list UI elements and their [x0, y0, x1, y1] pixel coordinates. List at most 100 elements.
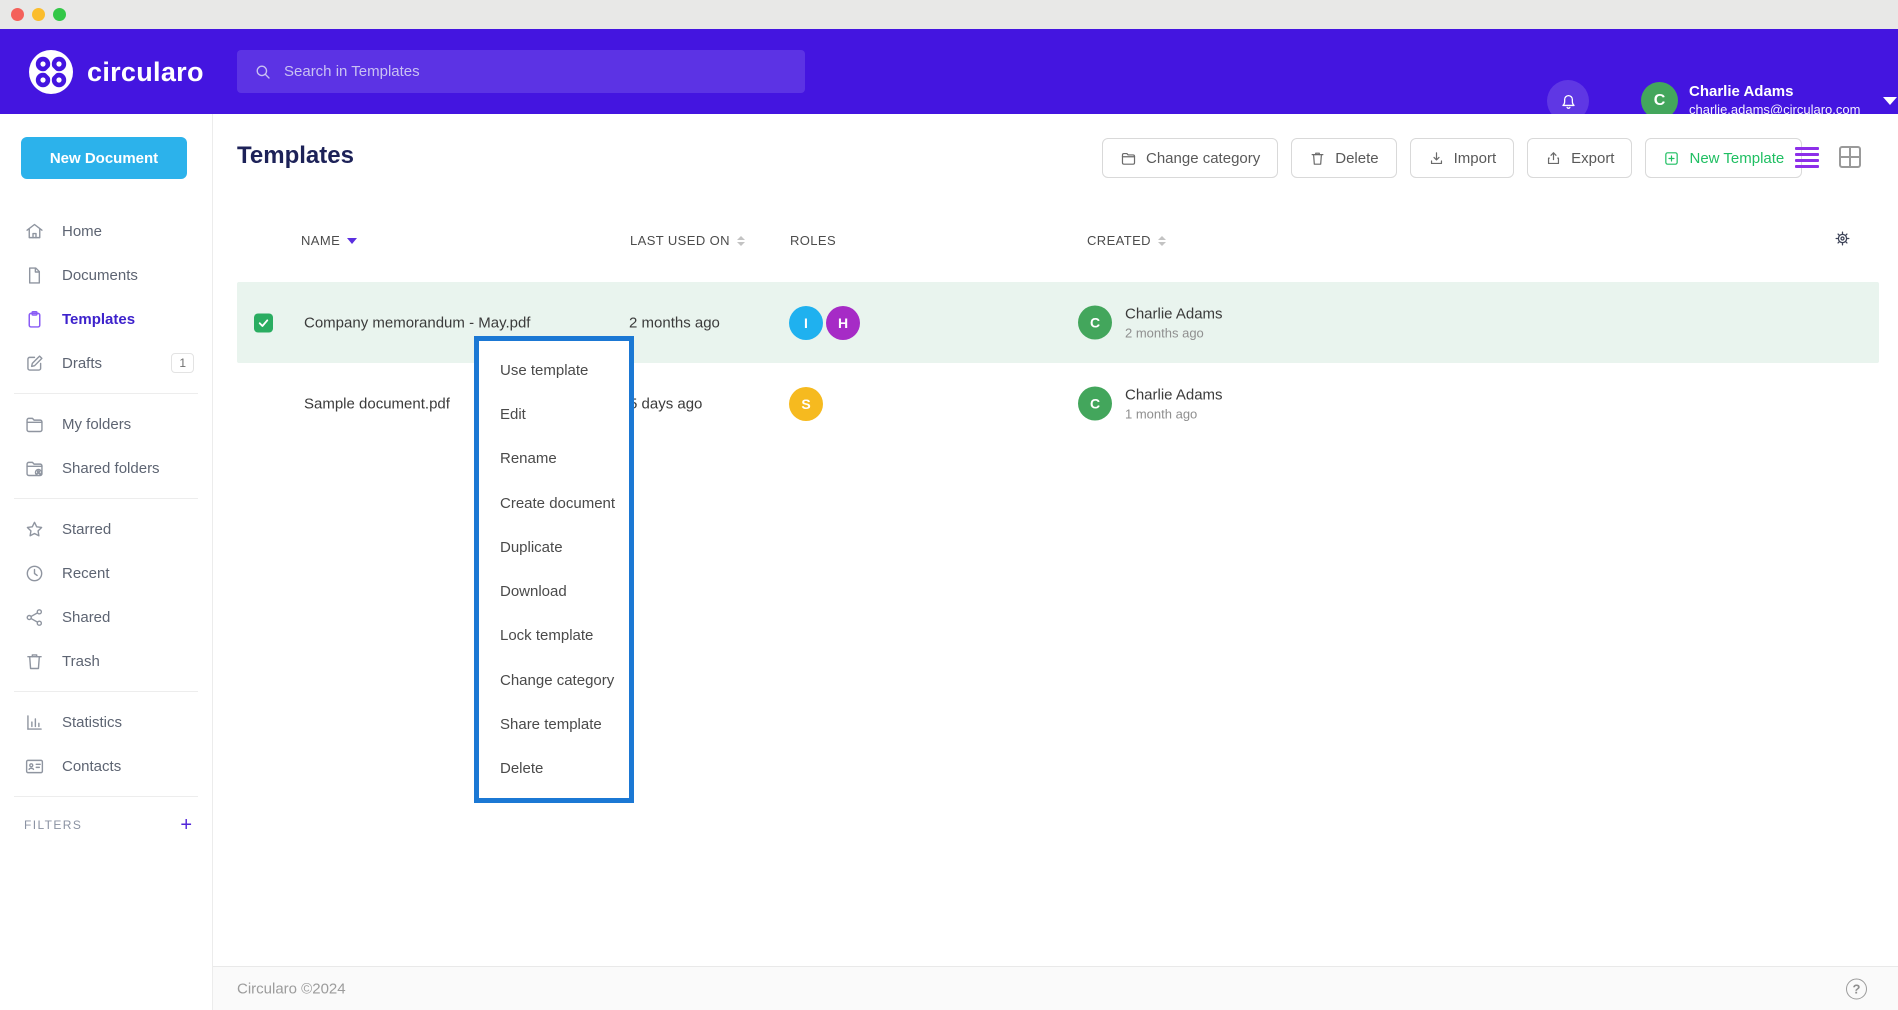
column-header-roles: ROLES — [790, 233, 836, 248]
menu-item-share-template[interactable]: Share template — [479, 702, 629, 746]
sidebar-item-statistics[interactable]: Statistics — [0, 700, 212, 744]
row-checkbox-checked[interactable] — [254, 313, 273, 332]
sidebar-item-drafts[interactable]: Drafts 1 — [0, 341, 212, 385]
export-icon — [1545, 150, 1562, 167]
table-settings-button[interactable] — [1833, 229, 1852, 248]
window-zoom-button[interactable] — [53, 8, 66, 21]
sidebar-item-label: Starred — [62, 521, 111, 538]
footer: Circularo ©2024 ? — [213, 966, 1898, 1010]
new-template-label: New Template — [1689, 150, 1784, 167]
column-header-last-used[interactable]: LAST USED ON — [630, 233, 745, 248]
role-avatar[interactable]: H — [826, 306, 860, 340]
menu-item-lock-template[interactable]: Lock template — [479, 614, 629, 658]
export-button[interactable]: Export — [1527, 138, 1632, 178]
toolbar: Change category Delete Import — [1102, 138, 1802, 178]
menu-item-download[interactable]: Download — [479, 569, 629, 613]
menu-item-rename[interactable]: Rename — [479, 437, 629, 481]
sidebar-item-label: Drafts — [62, 355, 102, 372]
main-content: Templates Change category Delete — [213, 114, 1898, 1010]
role-avatar[interactable]: S — [789, 387, 823, 421]
drafts-count-badge: 1 — [171, 353, 194, 373]
clock-icon — [24, 563, 45, 584]
menu-item-delete[interactable]: Delete — [479, 747, 629, 791]
created-ago: 1 month ago — [1125, 406, 1223, 421]
creator-avatar: C — [1078, 306, 1112, 340]
sidebar-item-shared[interactable]: Shared — [0, 595, 212, 639]
sidebar-item-trash[interactable]: Trash — [0, 639, 212, 683]
copyright-text: Circularo ©2024 — [237, 980, 346, 997]
page-title: Templates — [237, 142, 354, 170]
sidebar-item-label: Recent — [62, 565, 110, 582]
folder-shared-icon — [24, 458, 45, 479]
folder-icon — [24, 414, 45, 435]
sidebar-item-shared-folders[interactable]: Shared folders — [0, 446, 212, 490]
change-category-button[interactable]: Change category — [1102, 138, 1278, 178]
sidebar-item-contacts[interactable]: Contacts — [0, 744, 212, 788]
view-toggles — [1795, 145, 1861, 169]
sidebar-nav: Home Documents Templates — [0, 209, 212, 845]
sidebar-item-label: Templates — [62, 311, 135, 328]
search-input[interactable] — [284, 63, 791, 80]
plus-square-icon — [1663, 150, 1680, 167]
import-button[interactable]: Import — [1410, 138, 1515, 178]
grid-view-icon[interactable] — [1839, 146, 1861, 168]
template-name[interactable]: Company memorandum - May.pdf — [304, 314, 530, 331]
sidebar-item-label: My folders — [62, 416, 131, 433]
sidebar-item-label: Home — [62, 223, 102, 240]
window-minimize-button[interactable] — [32, 8, 45, 21]
creator-name: Charlie Adams — [1125, 305, 1223, 322]
delete-button[interactable]: Delete — [1291, 138, 1396, 178]
sort-descending-icon — [347, 238, 357, 244]
delete-label: Delete — [1335, 150, 1378, 167]
list-view-icon[interactable] — [1795, 145, 1819, 169]
roles-avatars: I H — [789, 306, 860, 340]
menu-item-use-template[interactable]: Use template — [479, 348, 629, 392]
search-icon — [254, 63, 272, 81]
sidebar-item-templates[interactable]: Templates — [0, 297, 212, 341]
trash-icon — [24, 651, 45, 672]
star-icon — [24, 519, 45, 540]
export-label: Export — [1571, 150, 1614, 167]
table-header: NAME LAST USED ON ROLES CREATED — [213, 225, 1898, 259]
table-body: Company memorandum - May.pdf 2 months ag… — [213, 282, 1898, 444]
menu-item-change-category[interactable]: Change category — [479, 658, 629, 702]
window-titlebar — [0, 0, 1898, 29]
sidebar-item-documents[interactable]: Documents — [0, 253, 212, 297]
template-name[interactable]: Sample document.pdf — [304, 395, 450, 412]
sidebar: New Document Home Documents — [0, 114, 213, 1010]
sidebar-item-label: Statistics — [62, 714, 122, 731]
menu-item-duplicate[interactable]: Duplicate — [479, 525, 629, 569]
sidebar-item-recent[interactable]: Recent — [0, 551, 212, 595]
sidebar-divider — [14, 393, 198, 394]
window-close-button[interactable] — [11, 8, 24, 21]
roles-avatars: S — [789, 387, 823, 421]
menu-item-edit[interactable]: Edit — [479, 392, 629, 436]
help-button[interactable]: ? — [1846, 978, 1867, 999]
sidebar-item-home[interactable]: Home — [0, 209, 212, 253]
logo[interactable]: circularo — [28, 49, 204, 95]
role-avatar[interactable]: I — [789, 306, 823, 340]
new-template-button[interactable]: New Template — [1645, 138, 1802, 178]
column-header-name[interactable]: NAME — [301, 233, 357, 248]
sidebar-item-starred[interactable]: Starred — [0, 507, 212, 551]
gear-icon — [1833, 229, 1852, 248]
column-header-created[interactable]: CREATED — [1087, 233, 1166, 248]
import-label: Import — [1454, 150, 1497, 167]
created-ago: 2 months ago — [1125, 325, 1223, 340]
change-category-label: Change category — [1146, 150, 1260, 167]
new-document-button[interactable]: New Document — [21, 137, 187, 179]
created-cell: C Charlie Adams 1 month ago — [1078, 386, 1223, 421]
folder-icon — [1120, 150, 1137, 167]
add-filter-button[interactable]: + — [180, 815, 192, 835]
sidebar-divider — [14, 498, 198, 499]
sidebar-divider — [14, 796, 198, 797]
search-box[interactable] — [237, 50, 805, 93]
sidebar-item-label: Contacts — [62, 758, 121, 775]
menu-item-create-document[interactable]: Create document — [479, 481, 629, 525]
logo-text: circularo — [87, 57, 204, 88]
sidebar-item-my-folders[interactable]: My folders — [0, 402, 212, 446]
creator-avatar: C — [1078, 387, 1112, 421]
sort-icon — [1158, 236, 1166, 246]
bar-chart-icon — [24, 712, 45, 733]
clipboard-icon — [24, 309, 45, 330]
